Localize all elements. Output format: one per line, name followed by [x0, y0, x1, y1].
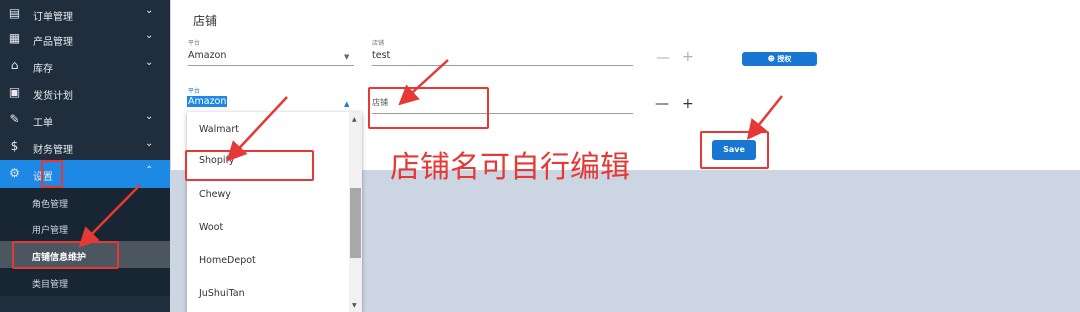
- chevron-down-icon: ⌄: [145, 57, 154, 68]
- platform-underline: [188, 65, 354, 66]
- sidebar-item-label: 产品管理: [33, 37, 73, 48]
- store-label: 店铺: [372, 40, 385, 47]
- dropdown-option-woot[interactable]: Woot: [199, 222, 223, 233]
- gear-icon: ⚙: [9, 166, 20, 180]
- sidebar-subitem-roles[interactable]: 角色管理: [0, 188, 170, 216]
- dollar-icon: $: [10, 139, 19, 153]
- page-title: 店铺: [193, 14, 218, 28]
- sidebar-subitem-users[interactable]: 用户管理: [0, 214, 170, 242]
- sidebar-subitem-categories[interactable]: 类目管理: [0, 268, 170, 296]
- chevron-down-icon: ⌄: [145, 5, 154, 16]
- platform-label: 平台: [188, 88, 201, 95]
- sidebar-item-inventory[interactable]: ⌂ 库存 ⌄: [0, 52, 170, 79]
- chevron-down-icon: ⌄: [145, 30, 154, 41]
- add-row-button[interactable]: +: [682, 50, 694, 64]
- warehouse-icon: ⌂: [10, 58, 19, 72]
- scrollbar-thumb[interactable]: [350, 188, 361, 258]
- sidebar-item-tickets[interactable]: ✎ 工单 ⌄: [0, 106, 170, 133]
- scroll-down-icon[interactable]: ▼: [352, 302, 357, 309]
- sidebar-subitem-label: 用户管理: [32, 226, 69, 236]
- sidebar-item-products[interactable]: ▦ 产品管理 ⌄: [0, 25, 170, 52]
- scroll-up-icon[interactable]: ▲: [352, 116, 357, 123]
- platform-select-active[interactable]: Amazon: [187, 96, 228, 107]
- chevron-down-icon: ⌄: [145, 138, 154, 149]
- sidebar-subitem-label: 类目管理: [32, 280, 69, 290]
- sidebar-item-label: 订单管理: [33, 12, 73, 23]
- ticket-icon: ✎: [9, 112, 20, 126]
- sidebar-subitem-label: 角色管理: [32, 200, 69, 210]
- annotation-box-store-input: [368, 87, 489, 129]
- box-icon: ▦: [8, 31, 21, 45]
- chevron-up-icon: ⌃: [145, 165, 154, 176]
- dropdown-option-jushuitan[interactable]: JuShuiTan: [199, 288, 245, 299]
- annotation-box-store-info: [12, 241, 119, 269]
- sidebar-item-shipping-plan[interactable]: ▣ 发货计划: [0, 79, 170, 106]
- sidebar-item-orders[interactable]: ▤ 订单管理 ⌄: [0, 0, 170, 27]
- authorize-button-label: 授权: [777, 55, 792, 63]
- platform-select[interactable]: Amazon: [188, 50, 226, 61]
- chevron-down-icon: ⌄: [145, 111, 154, 122]
- annotation-box-settings: [41, 160, 63, 188]
- sidebar-item-settings[interactable]: ⚙ 设置 ⌃: [0, 160, 170, 188]
- sidebar-item-label: 库存: [33, 64, 53, 75]
- store-name-input[interactable]: test: [372, 50, 390, 61]
- sidebar-item-label: 发货计划: [33, 91, 73, 102]
- dropdown-option-chewy[interactable]: Chewy: [199, 189, 231, 200]
- store-underline: [372, 65, 633, 66]
- dropdown-option-homedepot[interactable]: HomeDepot: [199, 255, 256, 266]
- remove-row-button[interactable]: —: [656, 51, 670, 65]
- dropdown-option-walmart[interactable]: Walmart: [199, 124, 239, 135]
- platform-label: 平台: [188, 40, 201, 47]
- authorize-button[interactable]: ☻ 授权: [742, 52, 817, 66]
- user-key-icon: ☻: [767, 55, 775, 63]
- annotation-box-shopify: [185, 150, 314, 181]
- sidebar-item-label: 工单: [33, 118, 53, 129]
- sidebar-item-label: 财务管理: [33, 145, 73, 156]
- annotation-box-save: [700, 131, 769, 169]
- caret-up-icon: ▲: [344, 100, 350, 108]
- sidebar-item-finance[interactable]: $ 财务管理 ⌄: [0, 133, 170, 160]
- add-row-button[interactable]: +: [682, 97, 694, 111]
- platform-dropdown: Walmart Shopify Chewy Woot HomeDepot JuS…: [187, 112, 362, 312]
- remove-row-button[interactable]: —: [655, 97, 669, 111]
- caret-down-icon: ▼: [344, 53, 350, 61]
- document-icon: ▤: [8, 6, 21, 20]
- annotation-note: 店铺名可自行编辑: [390, 150, 630, 185]
- truck-icon: ▣: [8, 85, 21, 99]
